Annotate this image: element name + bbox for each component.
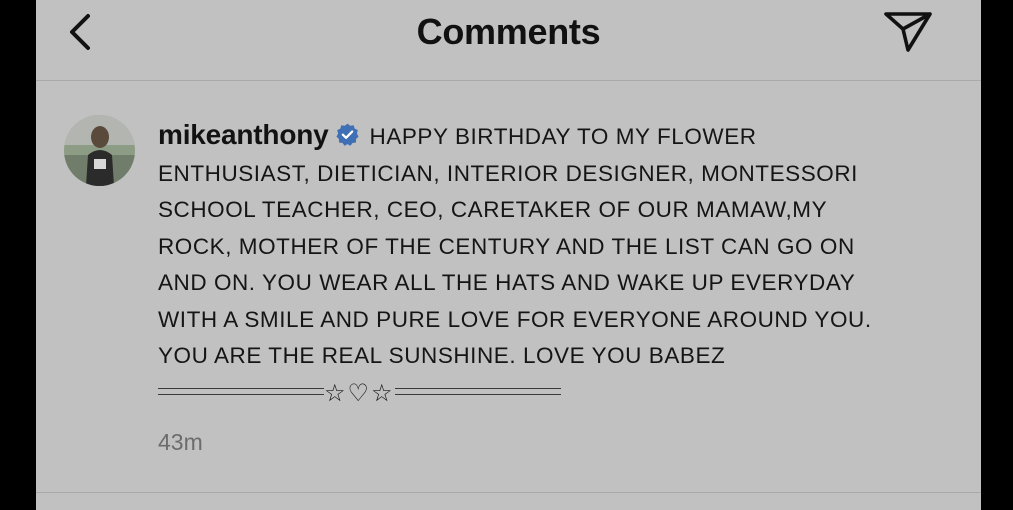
comment-line: WITH A SMILE AND PURE LOVE FOR EVERYONE … — [158, 306, 872, 332]
comment-body: mikeanthony HAPPY BIRTHDAY TO MY FLOWER … — [158, 117, 958, 412]
paper-plane-icon[interactable] — [882, 6, 934, 54]
comment-line: YOU ARE THE REAL SUNSHINE. LOVE YOU BABE… — [158, 343, 726, 368]
star-heart-star-symbols: ☆♡☆ — [324, 378, 395, 407]
comment-line: ENTHUSIAST, DIETICIAN, INTERIOR DESIGNER… — [158, 160, 858, 186]
double-rule-right — [394, 387, 561, 395]
page-title: Comments — [416, 11, 601, 52]
header: Comments — [36, 0, 981, 81]
avatar[interactable] — [64, 115, 135, 186]
comment-line: HAPPY BIRTHDAY TO MY FLOWER — [369, 124, 757, 149]
comment-item: mikeanthony HAPPY BIRTHDAY TO MY FLOWER … — [36, 81, 981, 492]
divider — [36, 492, 981, 493]
comment-line: SCHOOL TEACHER, CEO, CARETAKER OF OUR MA… — [158, 197, 828, 222]
comment-line: ROCK, MOTHER OF THE CENTURY AND THE LIST… — [158, 233, 855, 259]
double-rule-left — [158, 387, 324, 395]
decorative-divider: ☆♡☆ — [158, 375, 958, 413]
comment-line: AND ON. YOU WEAR ALL THE HATS AND WAKE U… — [158, 270, 856, 295]
username-link[interactable]: mikeanthony — [158, 119, 329, 150]
verified-badge-icon — [335, 123, 359, 146]
comment-timestamp: 43m — [158, 429, 203, 455]
comments-screen: Comments mikeanthony HAPPY BIRTHDAY TO M… — [36, 0, 981, 510]
avatar-image — [64, 115, 135, 186]
